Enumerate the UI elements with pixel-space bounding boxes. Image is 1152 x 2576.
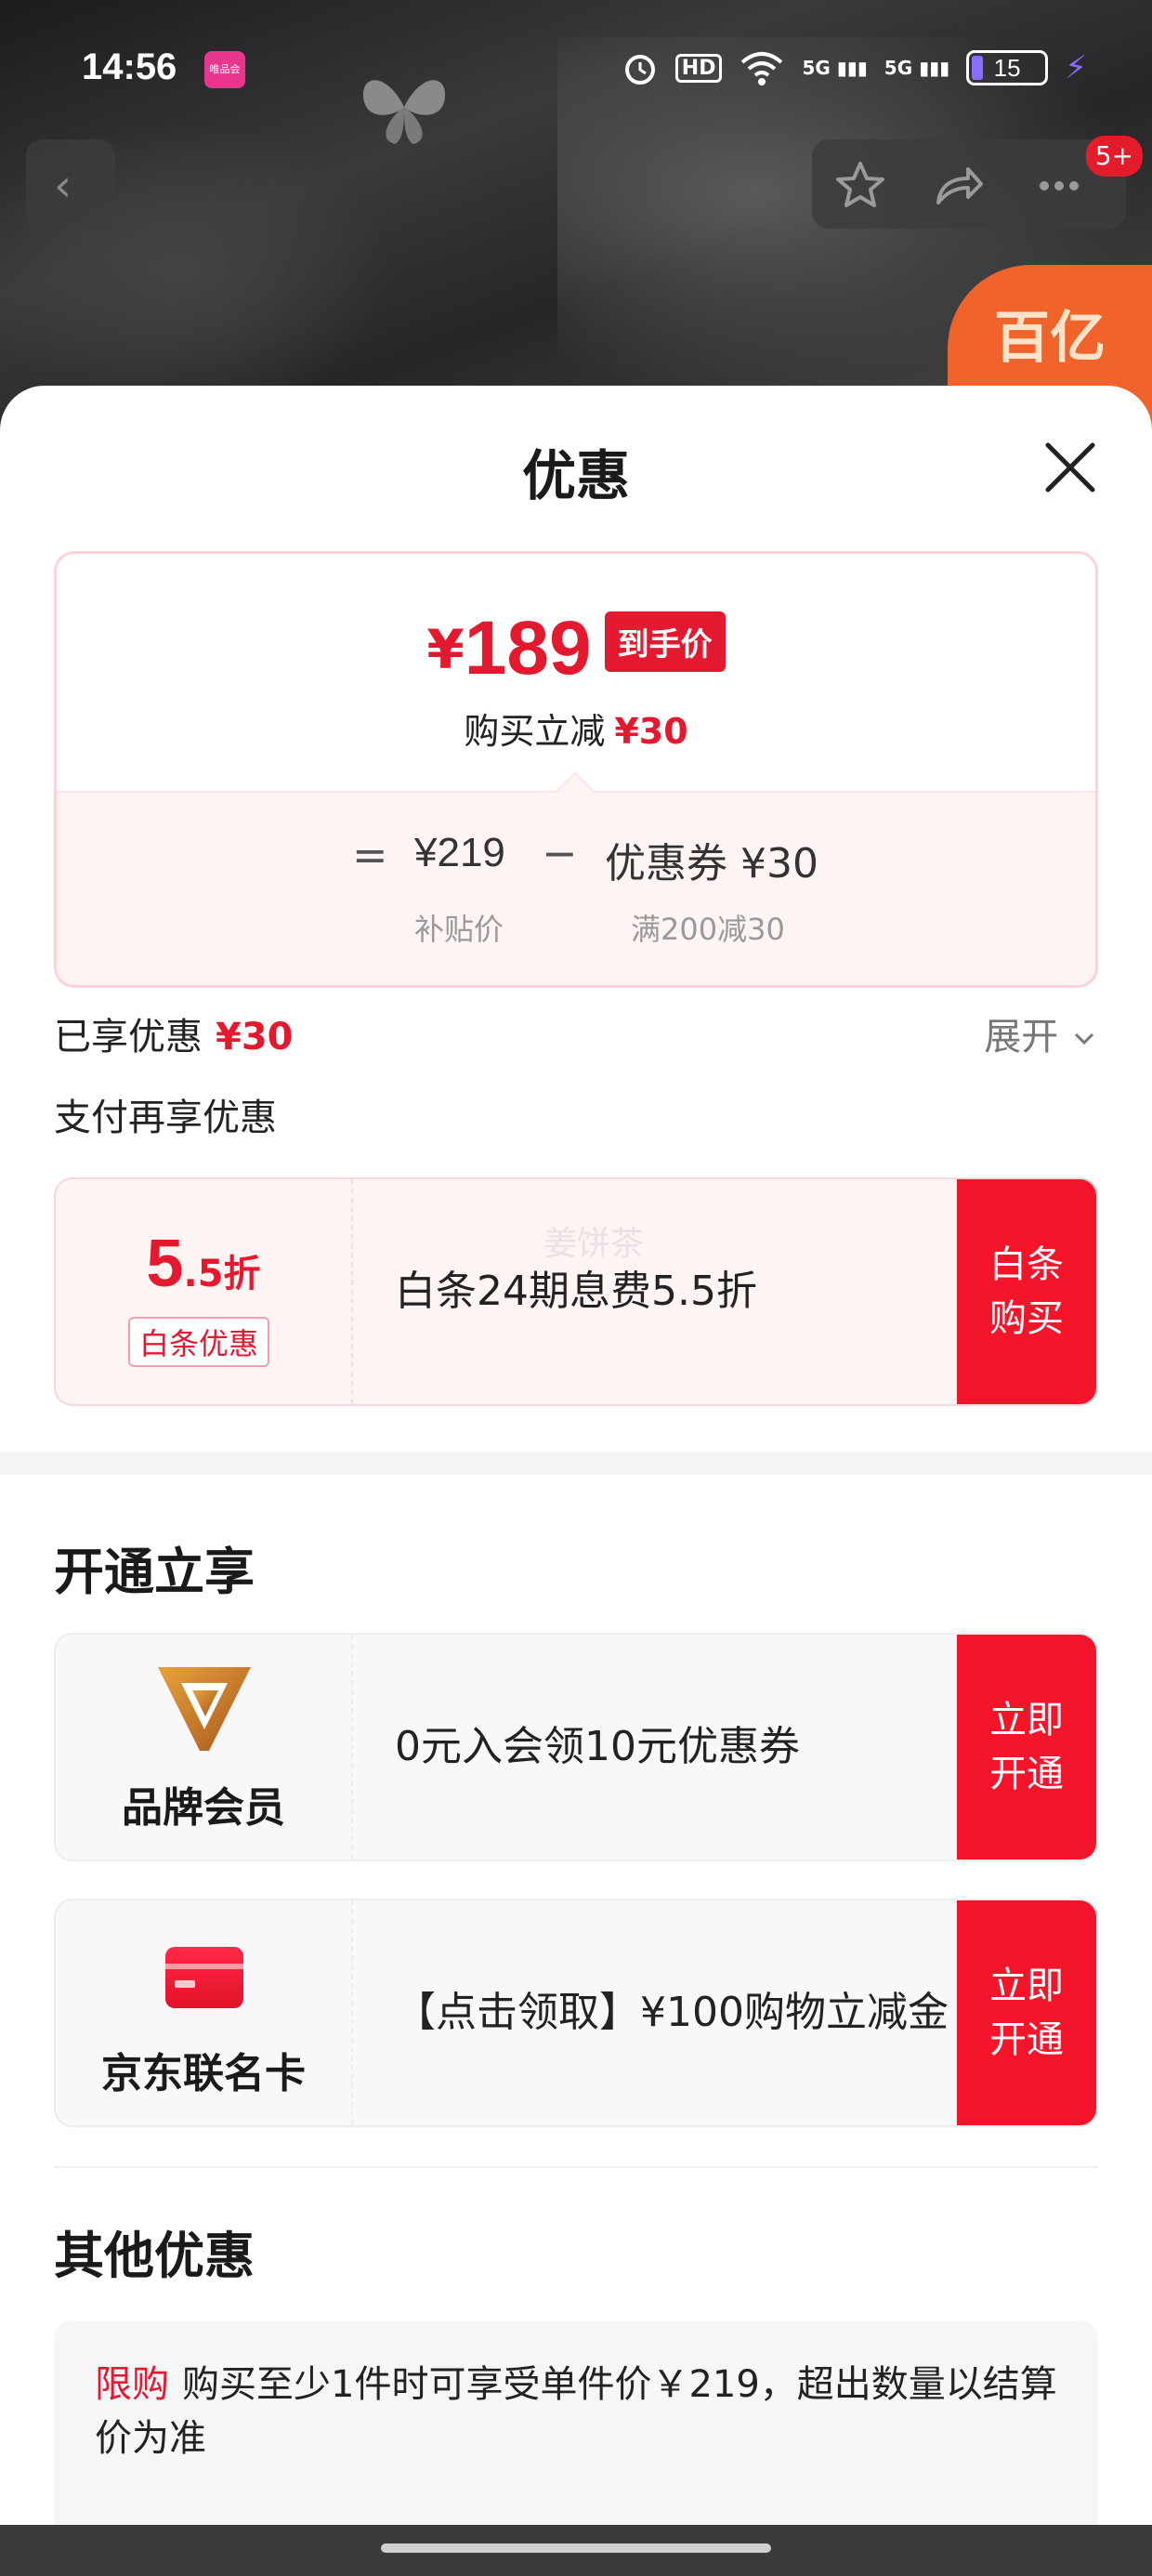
instant-reduce-label: 购买立减	[464, 711, 606, 752]
expand-label: 展开	[984, 1016, 1059, 1058]
limit-tag: 限购	[95, 2363, 169, 2406]
limit-text: 购买至少1件时可享受单件价￥219，超出数量以结算价为准	[95, 2363, 1057, 2460]
enjoyed-value: ¥30	[216, 1016, 294, 1058]
baitiao-offer-card: 5.5折 白条优惠 姜饼茶 白条24期息费5.5折 白条 购买	[54, 1177, 1098, 1406]
discount-sheet: 优惠 ¥189 到手价 购买立减 ¥30 = ¥219 − 优惠券 ¥30 补贴价 …	[0, 386, 1152, 2576]
final-price: ¥189 到手价	[57, 605, 1095, 692]
open-section-title: 开通立享	[54, 1543, 255, 1601]
brand-member-desc: 0元入会领10元优惠券	[395, 1723, 800, 1770]
signal-5g-icon: 5G ▮▮▮	[802, 57, 868, 79]
status-icons: HD 5G ▮▮▮ 5G ▮▮▮ 15 ⚡	[622, 46, 1087, 89]
top-action-bar	[812, 139, 1126, 229]
more-icon[interactable]	[1031, 158, 1087, 214]
share-icon[interactable]	[931, 158, 987, 214]
discount-main: 5	[146, 1227, 184, 1301]
app-notification-icon: 唯品会	[204, 51, 245, 88]
credit-card-icon	[165, 1947, 243, 2008]
baitiao-tag: 白条优惠	[128, 1317, 270, 1367]
sheet-title: 优惠	[521, 444, 630, 507]
wifi-icon	[741, 52, 783, 85]
signal-label: 5G	[802, 57, 831, 79]
final-price-tag: 到手价	[604, 611, 726, 672]
chevron-down-icon	[1074, 1032, 1094, 1045]
back-button[interactable]: ‹	[26, 139, 115, 229]
coupon-rule: 满200减30	[631, 912, 785, 947]
enjoyed-discount: 已享优惠 ¥30	[54, 1006, 294, 1060]
baitiao-desc: 白条24期息费5.5折	[395, 1268, 757, 1315]
notification-badge: 5+	[1085, 136, 1143, 177]
brand-member: 品牌会员	[56, 1635, 353, 1860]
baitiao-discount: 5.5折 白条优惠	[56, 1179, 353, 1404]
price-card: ¥189 到手价 购买立减 ¥30 = ¥219 − 优惠券 ¥30 补贴价 满20…	[54, 551, 1098, 988]
price-breakdown: = ¥219 − 优惠券 ¥30 补贴价 满200减30	[57, 791, 1095, 985]
close-icon[interactable]	[1042, 440, 1098, 495]
instant-reduce: 购买立减 ¥30	[57, 703, 1095, 754]
expand-button[interactable]: 展开	[984, 1006, 1098, 1060]
divider	[54, 2166, 1098, 2168]
hd-icon: HD	[674, 53, 723, 83]
baitiao-discount-value: 5.5折	[56, 1226, 351, 1302]
signal-5g-icon: 5G ▮▮▮	[884, 57, 950, 79]
purchase-limit-note: 限购 购买至少1件时可享受单件价￥219，超出数量以结算价为准	[54, 2320, 1098, 2553]
instant-reduce-value: ¥30	[614, 711, 688, 752]
alarm-icon	[624, 55, 655, 85]
discount-suffix: .5折	[183, 1253, 261, 1295]
brand-member-name: 品牌会员	[122, 1784, 285, 1832]
chevron-left-icon: ‹	[54, 160, 72, 212]
jd-card-desc: 【点击领取】¥100购物立减金	[395, 1989, 949, 2036]
equals-sign: =	[352, 830, 388, 880]
jd-card-name: 京东联名卡	[101, 2050, 306, 2097]
battery-icon: 15	[966, 50, 1049, 85]
subsidy-price: ¥219	[414, 830, 505, 875]
currency-symbol: ¥	[426, 618, 465, 681]
enjoyed-label: 已享优惠	[54, 1016, 203, 1058]
section-divider	[0, 1452, 1152, 1475]
clock: 14:56	[82, 46, 177, 87]
star-icon[interactable]	[832, 158, 888, 214]
brand-member-logo-icon	[158, 1667, 251, 1751]
pay-again-label: 支付再享优惠	[54, 1097, 277, 1139]
subsidy-price-label: 补贴价	[414, 912, 504, 947]
home-indicator[interactable]	[381, 2543, 771, 2553]
final-price-value: 189	[464, 606, 592, 690]
baitiao-buy-button[interactable]: 白条 购买	[957, 1179, 1096, 1404]
price-card-top: ¥189 到手价 购买立减 ¥30	[57, 554, 1095, 791]
jd-card-offer-card: 京东联名卡 【点击领取】¥100购物立减金 立即 开通	[54, 1899, 1098, 2127]
jd-card: 京东联名卡	[56, 1900, 353, 2125]
jd-card-open-button[interactable]: 立即 开通	[957, 1900, 1096, 2125]
status-bar: 14:56 唯品会 HD 5G ▮▮▮ 5G ▮▮▮ 15 ⚡	[0, 0, 1152, 139]
brand-member-open-button[interactable]: 立即 开通	[957, 1635, 1096, 1860]
signal-label: 5G	[884, 57, 913, 79]
other-section-title: 其他优惠	[54, 2227, 255, 2285]
brand-member-offer-card: 品牌会员 0元入会领10元优惠券 立即 开通	[54, 1633, 1098, 1861]
coupon-value: 优惠券 ¥30	[605, 840, 818, 887]
charging-icon: ⚡	[1065, 49, 1087, 86]
minus-sign: −	[542, 828, 578, 878]
